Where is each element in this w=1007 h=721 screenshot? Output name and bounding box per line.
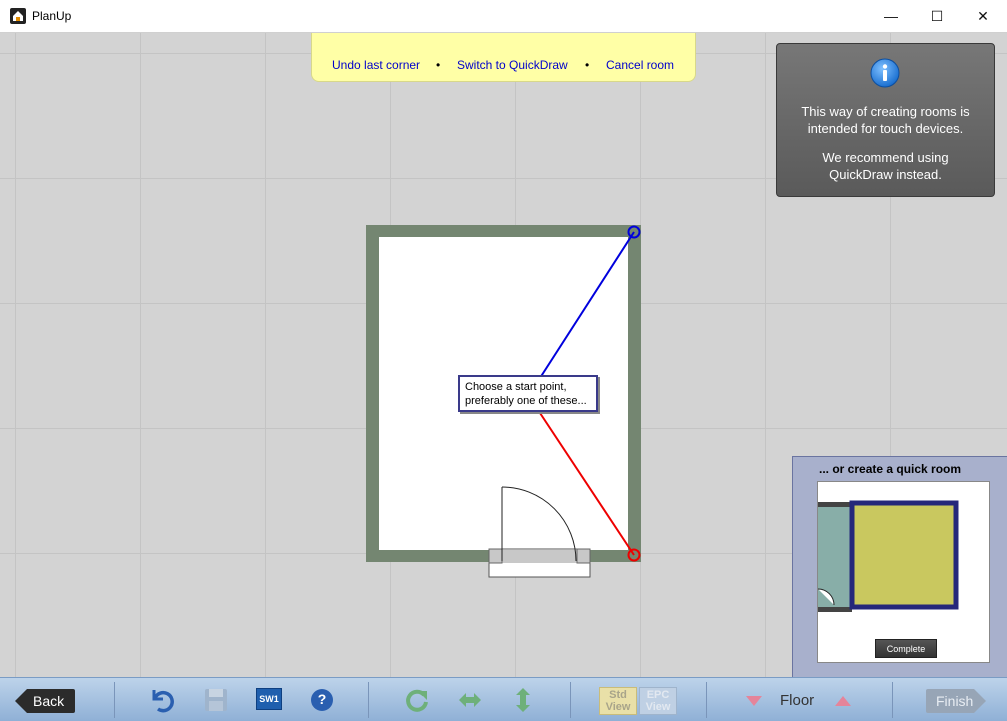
info-panel: This way of creating rooms is intended f… [776, 43, 995, 197]
info-text-line: We recommend using [822, 150, 949, 165]
finish-label: Finish [936, 693, 974, 709]
epc-view-button[interactable]: EPC View [639, 687, 677, 715]
maximize-button[interactable]: ☐ [914, 0, 960, 32]
save-button[interactable] [203, 687, 229, 713]
quick-room-preview[interactable]: Complete [817, 481, 990, 663]
info-icon [870, 58, 900, 88]
tooltip-line: Choose a start point, [465, 381, 567, 393]
toolbar-divider [114, 682, 115, 718]
flip-vertical-button[interactable] [511, 686, 535, 714]
vertical-arrows-icon [516, 688, 530, 712]
neighbor-room [818, 502, 852, 612]
room-action-bar: Undo last corner • Switch to QuickDraw •… [311, 33, 696, 82]
separator-dot: • [436, 58, 441, 72]
info-text-line: This way of creating rooms is [801, 104, 970, 119]
bottom-toolbar: Back SW1 ? Std View EPC View Floor Finis… [0, 677, 1007, 721]
neighbor-wall [818, 607, 852, 612]
horizontal-arrows-icon [459, 693, 481, 707]
triangle-down-icon [746, 696, 762, 706]
toolbar-divider [368, 682, 369, 718]
door-jamb-right [576, 548, 591, 564]
toolbar-divider [570, 682, 571, 718]
complete-button[interactable]: Complete [875, 639, 937, 658]
undo-button[interactable] [148, 686, 176, 714]
flip-horizontal-button[interactable] [457, 688, 483, 712]
door-sill [490, 550, 589, 563]
tooltip-line: preferably one of these... [465, 395, 587, 407]
floor-down-button[interactable] [745, 695, 763, 707]
quick-room-panel: ... or create a quick room Complete [792, 456, 1007, 677]
back-button[interactable]: Back [15, 689, 75, 713]
door-jamb-left [488, 548, 503, 564]
undo-icon [152, 690, 174, 713]
triangle-up-icon [835, 696, 851, 706]
quick-room-preview-graphic [818, 500, 959, 612]
close-button[interactable]: ✕ [960, 0, 1006, 32]
sw1-button[interactable]: SW1 [256, 688, 282, 710]
help-glyph: ? [317, 691, 327, 707]
rotate-button[interactable] [404, 687, 430, 713]
sw1-label: SW1 [259, 694, 279, 704]
help-button[interactable]: ? [310, 688, 334, 712]
std-view-label: Std [609, 689, 627, 701]
undo-last-corner-link[interactable]: Undo last corner [332, 58, 420, 72]
floor-up-button[interactable] [834, 695, 852, 707]
std-view-button[interactable]: Std View [599, 687, 637, 715]
switch-to-quickdraw-link[interactable]: Switch to QuickDraw [457, 58, 568, 72]
floor-label: Floor [780, 692, 815, 709]
back-label: Back [33, 693, 65, 709]
finish-button[interactable]: Finish [926, 689, 986, 713]
app-logo-icon [10, 8, 26, 24]
info-text-line: QuickDraw instead. [829, 167, 942, 182]
quick-room-square [849, 500, 959, 610]
start-point-tooltip: Choose a start point, preferably one of … [458, 375, 598, 412]
save-disk-icon [205, 689, 227, 711]
separator-dot: • [585, 58, 590, 72]
epc-view-label: EPC [646, 689, 670, 701]
info-text-line: intended for touch devices. [807, 121, 964, 136]
std-view-label: View [605, 701, 631, 713]
toolbar-divider [892, 682, 893, 718]
rotate-icon [406, 689, 428, 712]
window-title: PlanUp [32, 9, 72, 23]
quick-room-title: ... or create a quick room [819, 462, 962, 476]
minimize-button[interactable]: — [868, 0, 914, 32]
neighbor-wall [818, 502, 852, 507]
title-bar: PlanUp — ☐ ✕ [0, 0, 1007, 33]
epc-view-label: View [645, 701, 671, 713]
cancel-room-link[interactable]: Cancel room [606, 58, 674, 72]
toolbar-divider [706, 682, 707, 718]
